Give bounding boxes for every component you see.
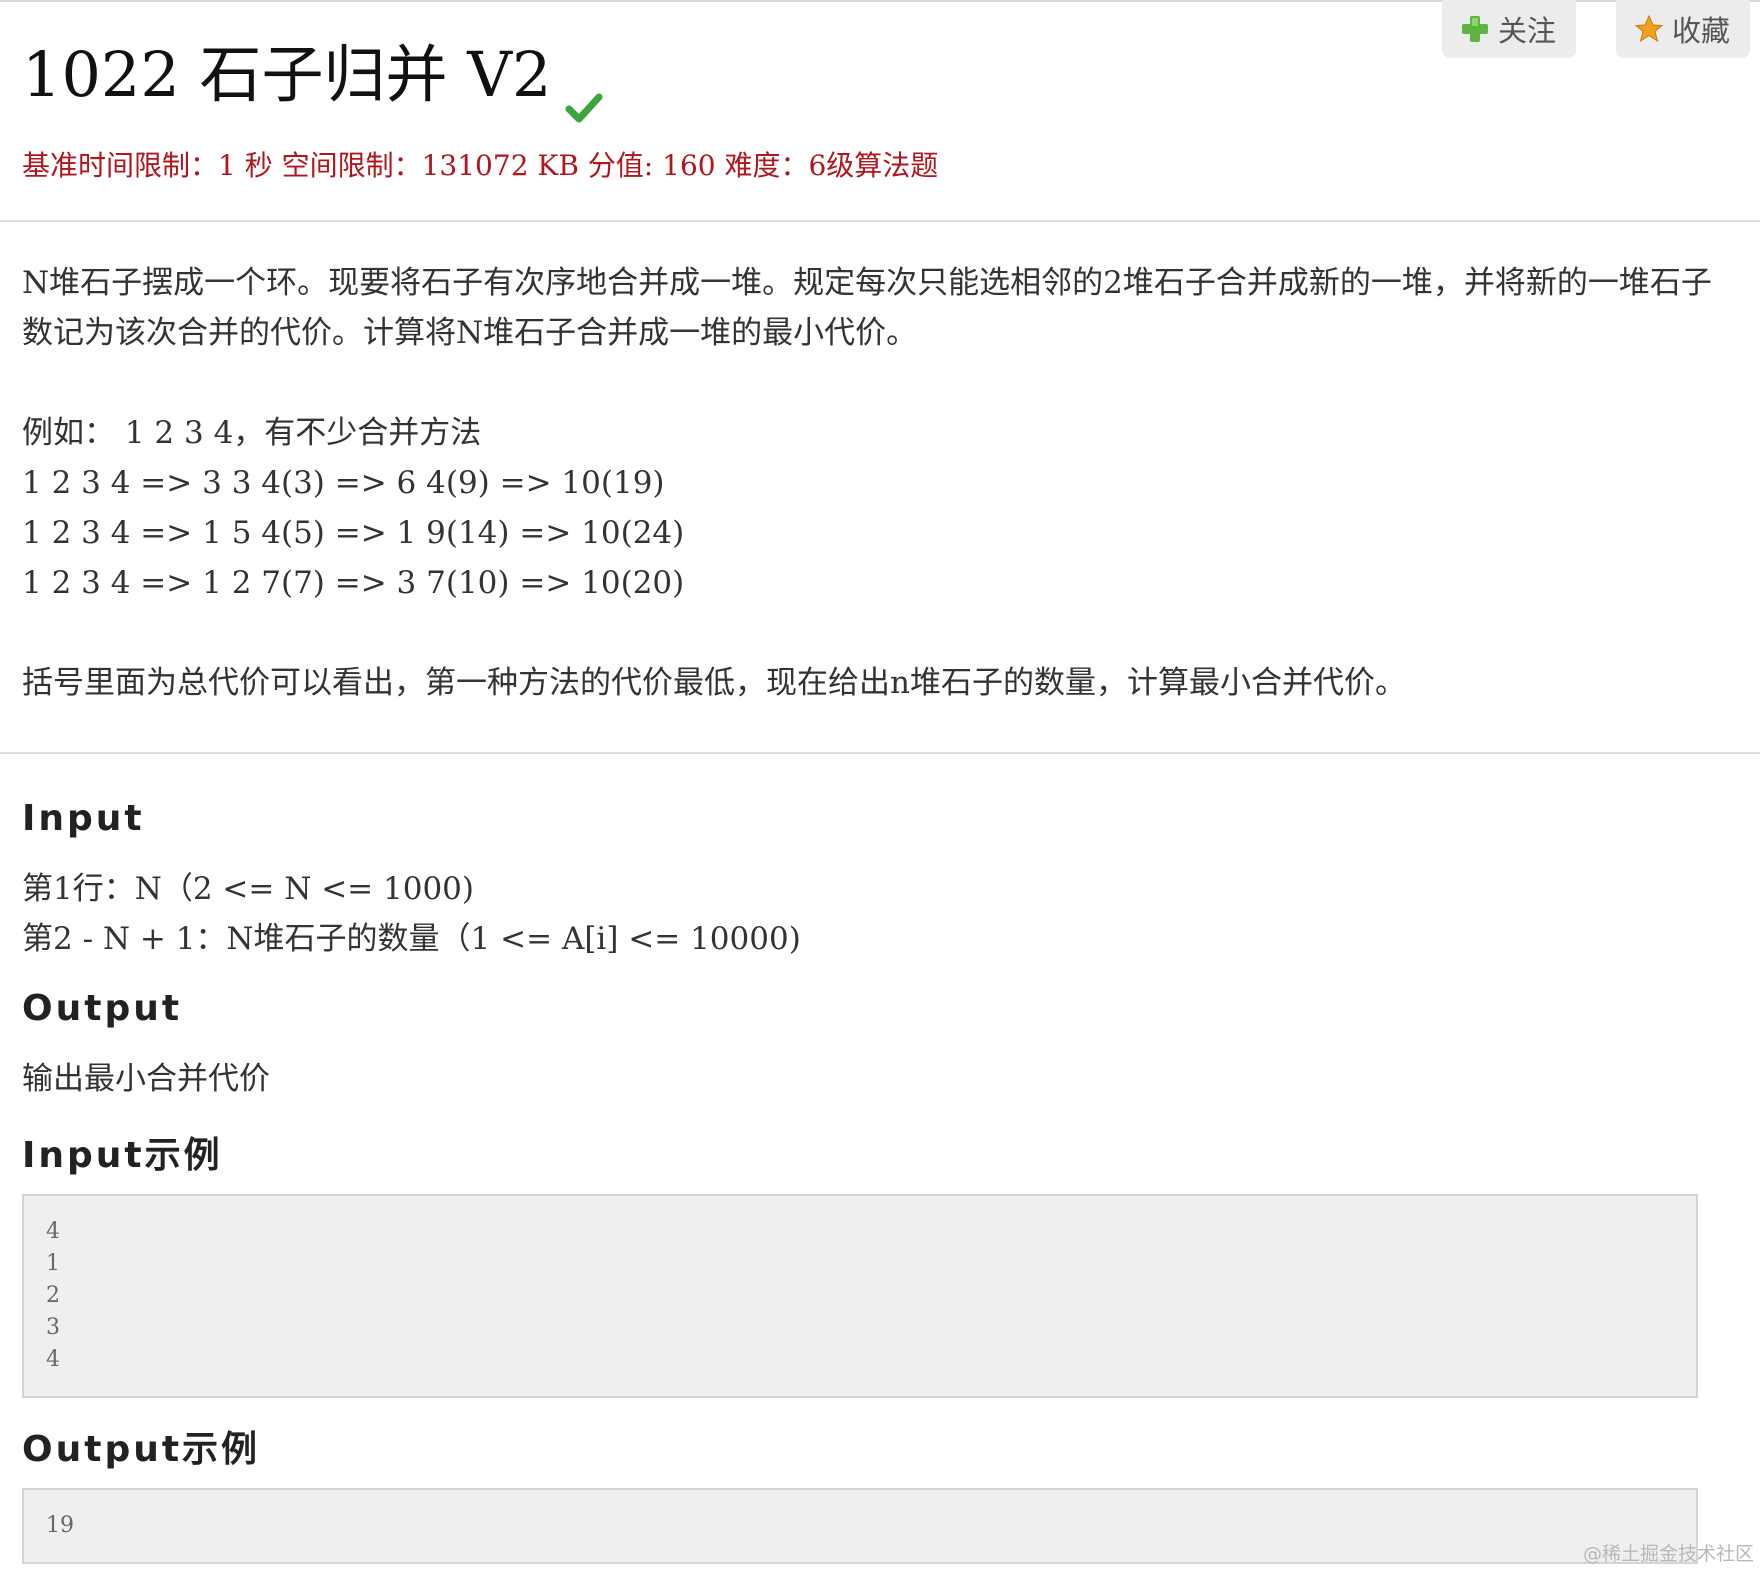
output-description: 输出最小合并代价 xyxy=(22,1054,270,1104)
divider xyxy=(0,752,1760,754)
code-line: 3 xyxy=(46,1315,60,1340)
problem-title-row: 1022 石子归并 V2 xyxy=(22,30,938,123)
problem-actions: 关注 收藏 xyxy=(1441,0,1750,58)
example-line: 1 2 3 4 => 3 3 4(3) => 6 4(9) => 10(19) xyxy=(22,465,665,501)
star-icon xyxy=(1634,14,1664,44)
input-description: 第1行：N（2 <= N <= 1000) 第2 - N + 1：N堆石子的数量… xyxy=(22,864,801,964)
watermark: @稀土掘金技术社区 xyxy=(1582,1543,1754,1565)
divider xyxy=(0,220,1760,222)
description-paragraph: N堆石子摆成一个环。现要将石子有次序地合并成一堆。规定每次只能选相邻的2堆石子合… xyxy=(22,265,1712,351)
example-line: 1 2 3 4 => 1 5 4(5) => 1 9(14) => 10(24) xyxy=(22,515,685,551)
input-heading: Input xyxy=(22,798,145,839)
example-line: 1 2 3 4 => 1 2 7(7) => 3 7(10) => 10(20) xyxy=(22,565,685,601)
code-line: 4 xyxy=(46,1347,60,1372)
checkmark-icon xyxy=(565,61,603,123)
code-line: 2 xyxy=(46,1283,60,1308)
description-paragraph: 括号里面为总代价可以看出，第一种方法的代价最低，现在给出n堆石子的数量，计算最小… xyxy=(22,665,1406,701)
problem-description: N堆石子摆成一个环。现要将石子有次序地合并成一堆。规定每次只能选相邻的2堆石子合… xyxy=(22,258,1738,708)
favorite-button[interactable]: 收藏 xyxy=(1615,0,1750,58)
code-line: 19 xyxy=(46,1513,74,1538)
example-intro: 例如： 1 2 3 4，有不少合并方法 xyxy=(22,415,482,451)
output-line: 输出最小合并代价 xyxy=(22,1061,270,1097)
input-example-box: 4 1 2 3 4 xyxy=(22,1194,1698,1398)
plus-icon xyxy=(1460,14,1490,44)
output-example-heading: Output示例 xyxy=(22,1429,261,1470)
output-example-box: 19 xyxy=(22,1488,1698,1564)
code-line: 4 xyxy=(46,1219,60,1244)
follow-button[interactable]: 关注 xyxy=(1441,0,1576,58)
follow-label: 关注 xyxy=(1497,14,1556,48)
output-heading: Output xyxy=(22,988,183,1029)
input-line: 第1行：N（2 <= N <= 1000) xyxy=(22,871,474,907)
problem-title: 1022 石子归并 V2 xyxy=(22,38,552,111)
input-example-heading: Input示例 xyxy=(22,1135,223,1176)
problem-limits: 基准时间限制：1 秒 空间限制：131072 KB 分值: 160 难度：6级算… xyxy=(22,149,939,182)
favorite-label: 收藏 xyxy=(1671,14,1730,48)
problem-header: 1022 石子归并 V2 基准时间限制：1 秒 空间限制：131072 KB 分… xyxy=(22,30,938,184)
code-line: 1 xyxy=(46,1251,60,1276)
input-line: 第2 - N + 1：N堆石子的数量（1 <= A[i] <= 10000) xyxy=(22,921,801,957)
